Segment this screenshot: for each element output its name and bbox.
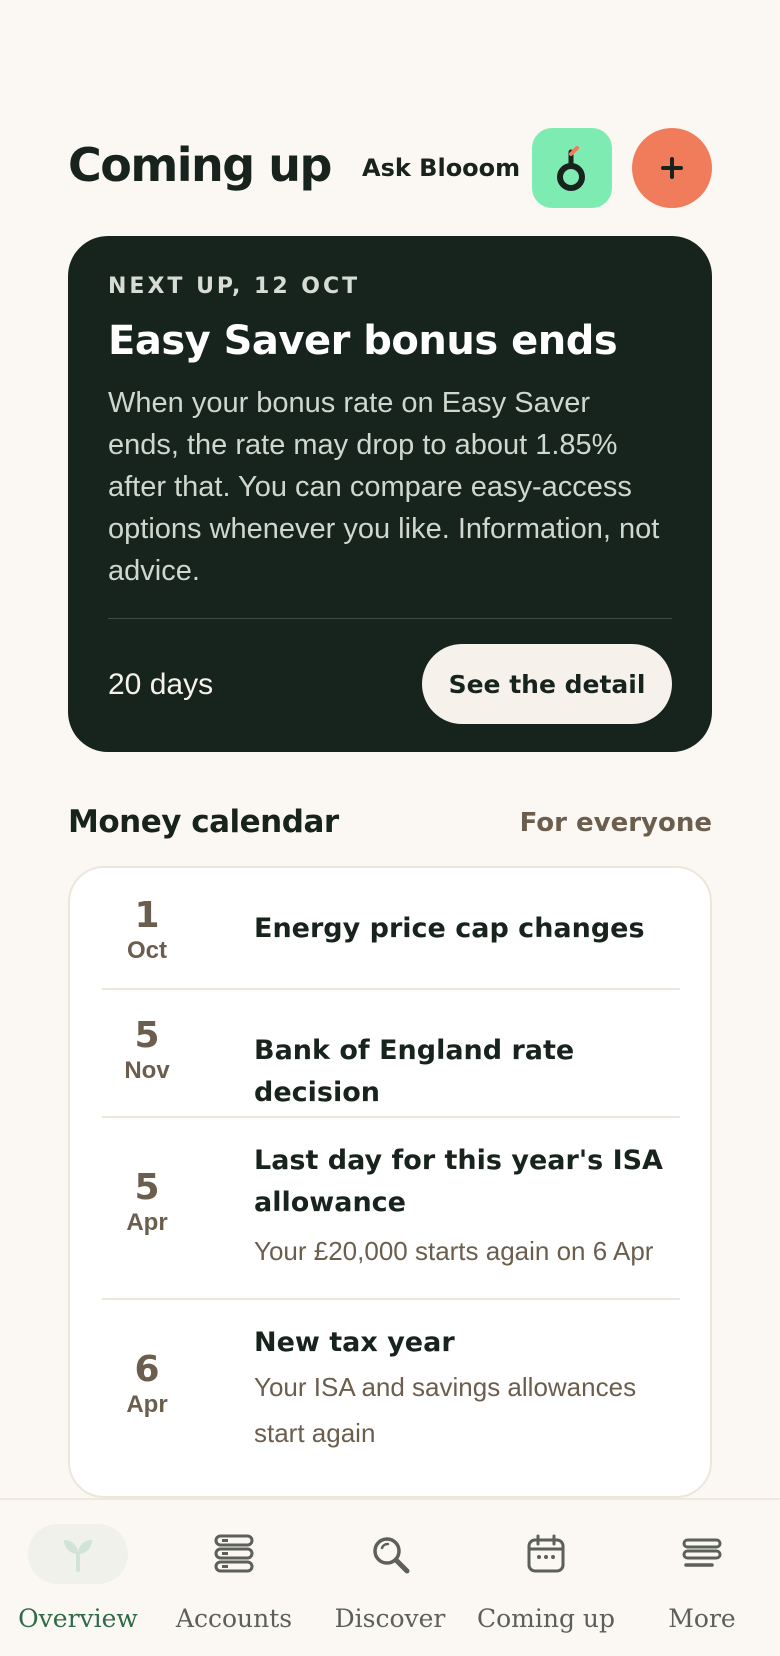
nav-item-accounts[interactable]: Accounts: [156, 1500, 312, 1656]
nav-label: More: [668, 1604, 736, 1633]
nav-icon-highlight: [184, 1524, 284, 1584]
bottom-nav: Overview Accounts Discover Coming up Mor…: [0, 1498, 780, 1656]
event-month: Nov: [124, 1057, 170, 1084]
nav-label: Overview: [18, 1604, 138, 1633]
coming-up-screen: Coming up Ask Blooom NEXT UP, 12 OCT Eas…: [0, 0, 780, 1656]
event-month: Apr: [126, 1391, 168, 1418]
event-title: Last day for this year's ISA allowance: [254, 1145, 663, 1218]
page-title: Coming up: [68, 138, 332, 192]
add-button[interactable]: [632, 128, 712, 208]
next-up-date-label: NEXT UP, 12 OCT: [108, 274, 361, 299]
ask-blooom-link[interactable]: Ask Blooom: [362, 154, 520, 182]
blooom-logo-icon: [557, 146, 585, 191]
nav-icon-highlight: [28, 1524, 128, 1584]
event-title: New tax year: [254, 1327, 455, 1358]
event-date: 5 Apr: [102, 1168, 192, 1238]
nav-label: Discover: [334, 1604, 446, 1633]
stacked-accounts-icon: [214, 1534, 254, 1573]
blooom-assistant-button[interactable]: [532, 128, 612, 208]
nav-item-coming-up[interactable]: Coming up: [468, 1500, 624, 1656]
event-month: Oct: [126, 937, 167, 964]
sprout-icon: [64, 1540, 92, 1572]
menu-lines-icon: [682, 1538, 722, 1567]
event-day: 5: [134, 1167, 160, 1208]
calendar-event[interactable]: 5 Nov Bank of England rate decision: [102, 988, 680, 1116]
next-up-title: Easy Saver bonus ends: [108, 318, 618, 364]
next-up-card: NEXT UP, 12 OCT Easy Saver bonus ends Wh…: [68, 236, 712, 752]
event-date: 6 Apr: [102, 1350, 192, 1420]
card-divider: [108, 618, 672, 619]
section-title: Money calendar: [68, 804, 339, 840]
nav-label: Accounts: [175, 1604, 293, 1633]
event-date: 5 Nov: [102, 1016, 192, 1086]
event-subtitle: Your £20,000 starts again on 6 Apr: [254, 1236, 654, 1266]
event-month: Apr: [126, 1209, 168, 1236]
nav-icon-highlight: [652, 1524, 752, 1584]
event-subtitle: Your ISA and savings allowances start ag…: [254, 1372, 637, 1448]
nav-icon-highlight: [496, 1524, 596, 1584]
nav-label: Coming up: [476, 1604, 616, 1633]
money-calendar-header: Money calendar For everyone: [68, 804, 712, 844]
event-title: Bank of England rate decision: [254, 1035, 575, 1108]
nav-icon-highlight: [340, 1524, 440, 1584]
calendar-event[interactable]: 6 Apr New tax year Your ISA and savings …: [102, 1298, 680, 1498]
see-detail-button[interactable]: See the detail: [422, 644, 672, 724]
nav-item-overview[interactable]: Overview: [0, 1500, 156, 1656]
event-day: 5: [134, 1015, 160, 1056]
calendar-icon: [527, 1534, 565, 1573]
plus-icon: [661, 157, 683, 179]
event-day: 6: [134, 1349, 160, 1390]
event-title: Energy price cap changes: [254, 913, 645, 944]
page-header: Coming up Ask Blooom: [68, 128, 712, 208]
calendar-event[interactable]: 5 Apr Last day for this year's ISA allow…: [102, 1116, 680, 1298]
event-date: 1 Oct: [102, 896, 192, 966]
nav-item-discover[interactable]: Discover: [312, 1500, 468, 1656]
countdown-text: 20 days: [108, 668, 214, 701]
nav-item-more[interactable]: More: [624, 1500, 780, 1656]
audience-filter[interactable]: For everyone: [520, 808, 712, 838]
next-up-description: When your bonus rate on Easy Saver ends,…: [108, 387, 660, 587]
money-calendar-list: 1 Oct Energy price cap changes 5 Nov Ban…: [68, 866, 712, 1498]
magnifier-icon: [373, 1537, 410, 1574]
event-day: 1: [134, 895, 160, 936]
calendar-event[interactable]: 1 Oct Energy price cap changes: [102, 868, 680, 988]
